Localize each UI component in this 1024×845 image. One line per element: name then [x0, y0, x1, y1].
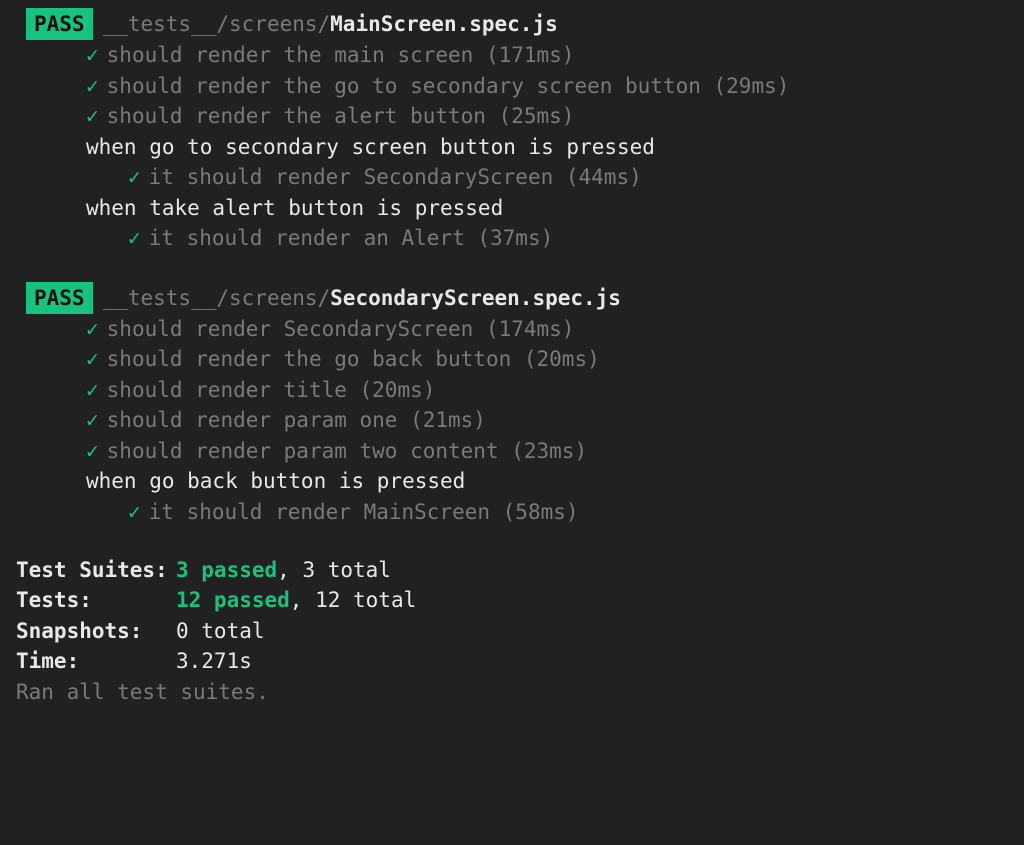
file-name: SecondaryScreen.spec.js	[330, 286, 621, 310]
test-text: it should render an Alert (37ms)	[149, 226, 554, 250]
check-icon: ✓	[86, 317, 99, 341]
check-icon: ✓	[86, 439, 99, 463]
check-icon: ✓	[86, 408, 99, 432]
pass-badge: PASS	[26, 8, 93, 40]
test-result: ✓ should render param two content (23ms)	[16, 436, 1008, 466]
test-result: ✓ should render title (20ms)	[16, 375, 1008, 405]
test-result: ✓ should render the go back button (20ms)	[16, 344, 1008, 374]
file-name: MainScreen.spec.js	[330, 12, 558, 36]
check-icon: ✓	[128, 226, 141, 250]
ran-line: Ran all test suites.	[16, 677, 1008, 707]
file-path: __tests__/screens/	[103, 12, 331, 36]
jest-output: PASS __tests__/screens/MainScreen.spec.js…	[16, 8, 1008, 707]
test-result: ✓ should render the go to secondary scree…	[16, 71, 1008, 101]
suite-header: PASS __tests__/screens/SecondaryScreen.sp…	[16, 282, 1008, 314]
test-text: should render param two content (23ms)	[107, 439, 587, 463]
summary-rest: , 12 total	[290, 588, 416, 612]
summary-label: Time:	[16, 646, 176, 676]
summary-rest: 3.271s	[176, 649, 252, 673]
test-result: ✓ it should render SecondaryScreen (44ms)	[16, 162, 1008, 192]
summary-label: Snapshots:	[16, 616, 176, 646]
test-text: should render title (20ms)	[107, 378, 436, 402]
summary-passed: 12 passed	[176, 588, 290, 612]
check-icon: ✓	[86, 74, 99, 98]
test-suite: PASS __tests__/screens/MainScreen.spec.js…	[16, 8, 1008, 254]
file-path: __tests__/screens/	[103, 286, 331, 310]
summary-row: Test Suites:3 passed, 3 total	[16, 555, 1008, 585]
test-text: should render SecondaryScreen (174ms)	[107, 317, 575, 341]
test-text: should render the main screen (171ms)	[107, 43, 575, 67]
suite-header: PASS __tests__/screens/MainScreen.spec.js	[16, 8, 1008, 40]
pass-badge: PASS	[26, 282, 93, 314]
test-result: ✓ should render the alert button (25ms)	[16, 101, 1008, 131]
summary-row: Time:3.271s	[16, 646, 1008, 676]
summary-label: Test Suites:	[16, 555, 176, 585]
test-text: should render the go back button (20ms)	[107, 347, 600, 371]
test-result: ✓ it should render MainScreen (58ms)	[16, 497, 1008, 527]
test-text: should render the alert button (25ms)	[107, 104, 575, 128]
summary-rest: 0 total	[176, 619, 265, 643]
test-text: should render param one (21ms)	[107, 408, 486, 432]
check-icon: ✓	[86, 378, 99, 402]
summary-passed: 3 passed	[176, 558, 277, 582]
describe-block: when take alert button is pressed	[16, 193, 1008, 223]
test-result: ✓ should render param one (21ms)	[16, 405, 1008, 435]
check-icon: ✓	[86, 347, 99, 371]
summary-label: Tests:	[16, 585, 176, 615]
check-icon: ✓	[86, 104, 99, 128]
test-suite: PASS __tests__/screens/SecondaryScreen.sp…	[16, 282, 1008, 528]
summary-row: Snapshots:0 total	[16, 616, 1008, 646]
test-text: it should render SecondaryScreen (44ms)	[149, 165, 642, 189]
test-result: ✓ should render SecondaryScreen (174ms)	[16, 314, 1008, 344]
test-result: ✓ should render the main screen (171ms)	[16, 40, 1008, 70]
describe-block: when go back button is pressed	[16, 466, 1008, 496]
test-text: should render the go to secondary screen…	[107, 74, 790, 98]
test-text: it should render MainScreen (58ms)	[149, 500, 579, 524]
check-icon: ✓	[128, 165, 141, 189]
check-icon: ✓	[86, 43, 99, 67]
summary-rest: , 3 total	[277, 558, 391, 582]
check-icon: ✓	[128, 500, 141, 524]
describe-block: when go to secondary screen button is pr…	[16, 132, 1008, 162]
test-result: ✓ it should render an Alert (37ms)	[16, 223, 1008, 253]
summary-row: Tests:12 passed, 12 total	[16, 585, 1008, 615]
